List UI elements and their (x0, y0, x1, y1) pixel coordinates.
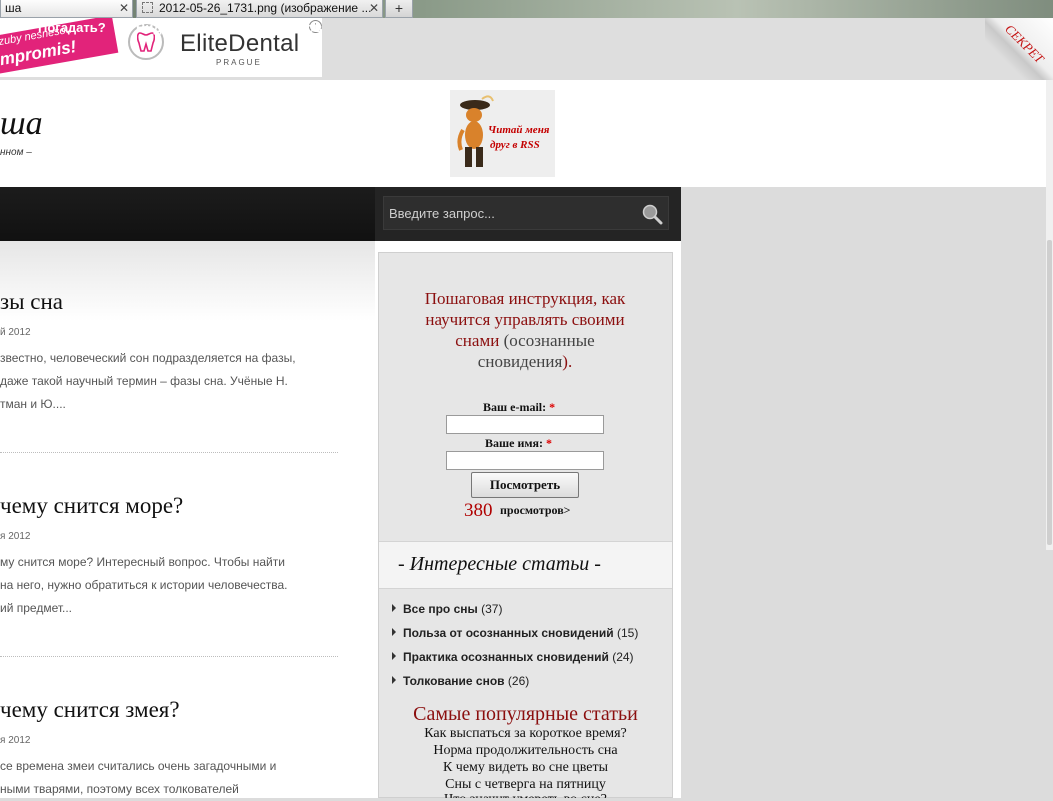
image-file-icon (142, 2, 153, 13)
close-icon[interactable]: ✕ (369, 0, 379, 16)
excerpt-line: му снится море? Интересный вопрос. Чтобы… (0, 555, 285, 569)
required-mark: * (549, 400, 556, 414)
category-item[interactable]: Толкование снов (26) (392, 674, 529, 688)
category-link[interactable]: Польза от осознанных сновидений (403, 626, 614, 640)
required-mark: * (546, 436, 553, 450)
post-date: я 2012 (0, 531, 31, 542)
post-date: й 2012 (0, 327, 31, 338)
scrollbar-thumb[interactable] (1047, 240, 1052, 545)
view-button[interactable]: Посмотреть (471, 472, 579, 498)
post-separator (0, 452, 338, 453)
category-link[interactable]: Все про сны (403, 602, 478, 616)
site-title[interactable]: ша (0, 105, 43, 143)
nav-item-fortune[interactable]: Погадать? (38, 20, 106, 35)
category-item[interactable]: Польза от осознанных сновидений (15) (392, 626, 638, 640)
post-title[interactable]: зы сна (0, 289, 63, 315)
category-item[interactable]: Практика осознанных сновидений (24) (392, 650, 634, 664)
arrow-right-icon (392, 604, 396, 612)
excerpt-line: звестно, человеческий сон подразделяется… (0, 351, 296, 365)
subscribe-heading: Пошаговая инструкция, как научится управ… (390, 288, 660, 372)
category-count: (26) (507, 674, 530, 688)
heading-line: научится управлять своими (425, 310, 625, 329)
email-label-text: Ваш e-mail: (483, 400, 547, 414)
category-count: (15) (617, 626, 639, 640)
close-icon[interactable]: ✕ (119, 0, 129, 16)
post-excerpt: звестно, человеческий сон подразделяется… (0, 347, 335, 416)
post-excerpt: се времена змеи считались очень загадочн… (0, 755, 335, 801)
nav-item-partial[interactable]: р (0, 20, 8, 35)
rss-line-1: Читай меня (488, 124, 550, 136)
post-excerpt: му снится море? Интересный вопрос. Чтобы… (0, 551, 335, 620)
search-input[interactable] (383, 196, 669, 230)
category-link[interactable]: Толкование снов (403, 674, 505, 688)
excerpt-line: тман и Ю.... (0, 397, 66, 411)
corner-secret-badge[interactable]: СЕКРЕТ (985, 18, 1053, 80)
rss-line-2: друг в RSS (490, 139, 540, 151)
email-field[interactable] (446, 415, 604, 434)
category-count: (37) (481, 602, 503, 616)
excerpt-line: даже такой научный термин – фазы сна. Уч… (0, 374, 288, 388)
nav-item-video-course[interactable]: Видеокурс осознанных снов (136, 20, 322, 35)
popular-link[interactable]: Что значит умереть во сне? (378, 791, 673, 798)
popular-link[interactable]: Норма продолжительность сна (378, 742, 673, 759)
rss-banner[interactable]: Читай меня друг в RSS (450, 90, 555, 177)
heading-line: Пошаговая инструкция, как (424, 289, 626, 308)
excerpt-line: на него, нужно обратиться к истории чело… (0, 578, 288, 592)
arrow-right-icon (392, 652, 396, 660)
browser-tab-active[interactable]: ша ✕ (0, 0, 133, 18)
arrow-right-icon (392, 628, 396, 636)
post-title[interactable]: чему снится море? (0, 493, 183, 519)
name-field[interactable] (446, 451, 604, 470)
category-link[interactable]: Практика осознанных сновидений (403, 650, 609, 664)
heading-line: ). (562, 352, 573, 371)
tab-title: ша (5, 1, 22, 15)
excerpt-line: се времена змеи считались очень загадочн… (0, 759, 277, 773)
views-count: 380 (464, 500, 493, 521)
browser-tab-image[interactable]: 2012-05-26_1731.png (изображение ... ✕ (136, 0, 383, 18)
site-tagline: нном – (0, 147, 32, 158)
popular-link[interactable]: Как выспаться за короткое время? (378, 725, 673, 742)
popular-link[interactable]: К чему видеть во сне цветы (378, 759, 673, 776)
category-item[interactable]: Все про сны (37) (392, 602, 502, 616)
category-count: (24) (612, 650, 634, 664)
search-icon[interactable] (641, 203, 663, 225)
post-date: я 2012 (0, 735, 31, 746)
arrow-right-icon (392, 676, 396, 684)
views-label: просмотров> (500, 503, 571, 517)
new-tab-button[interactable]: + (385, 0, 413, 18)
heading-line: (осознанные (499, 331, 595, 350)
heading-line: снами (455, 331, 500, 350)
name-label: Ваше имя: * (485, 436, 552, 451)
email-label: Ваш e-mail: * (483, 400, 555, 415)
name-label-text: Ваше имя: (485, 436, 544, 450)
excerpt-line: ий предмет... (0, 601, 73, 615)
tab-title: 2012-05-26_1731.png (изображение ... (159, 1, 372, 15)
heading-line: сновидения (477, 352, 563, 371)
post-separator (0, 656, 338, 657)
ad-city: PRAGUE (216, 58, 262, 67)
section-title: - Интересные статьи - (398, 553, 601, 575)
corner-badge-text: СЕКРЕТ (1002, 21, 1047, 67)
popular-title: Самые популярные статьи (413, 703, 638, 725)
post-title[interactable]: чему снится змея? (0, 697, 180, 723)
